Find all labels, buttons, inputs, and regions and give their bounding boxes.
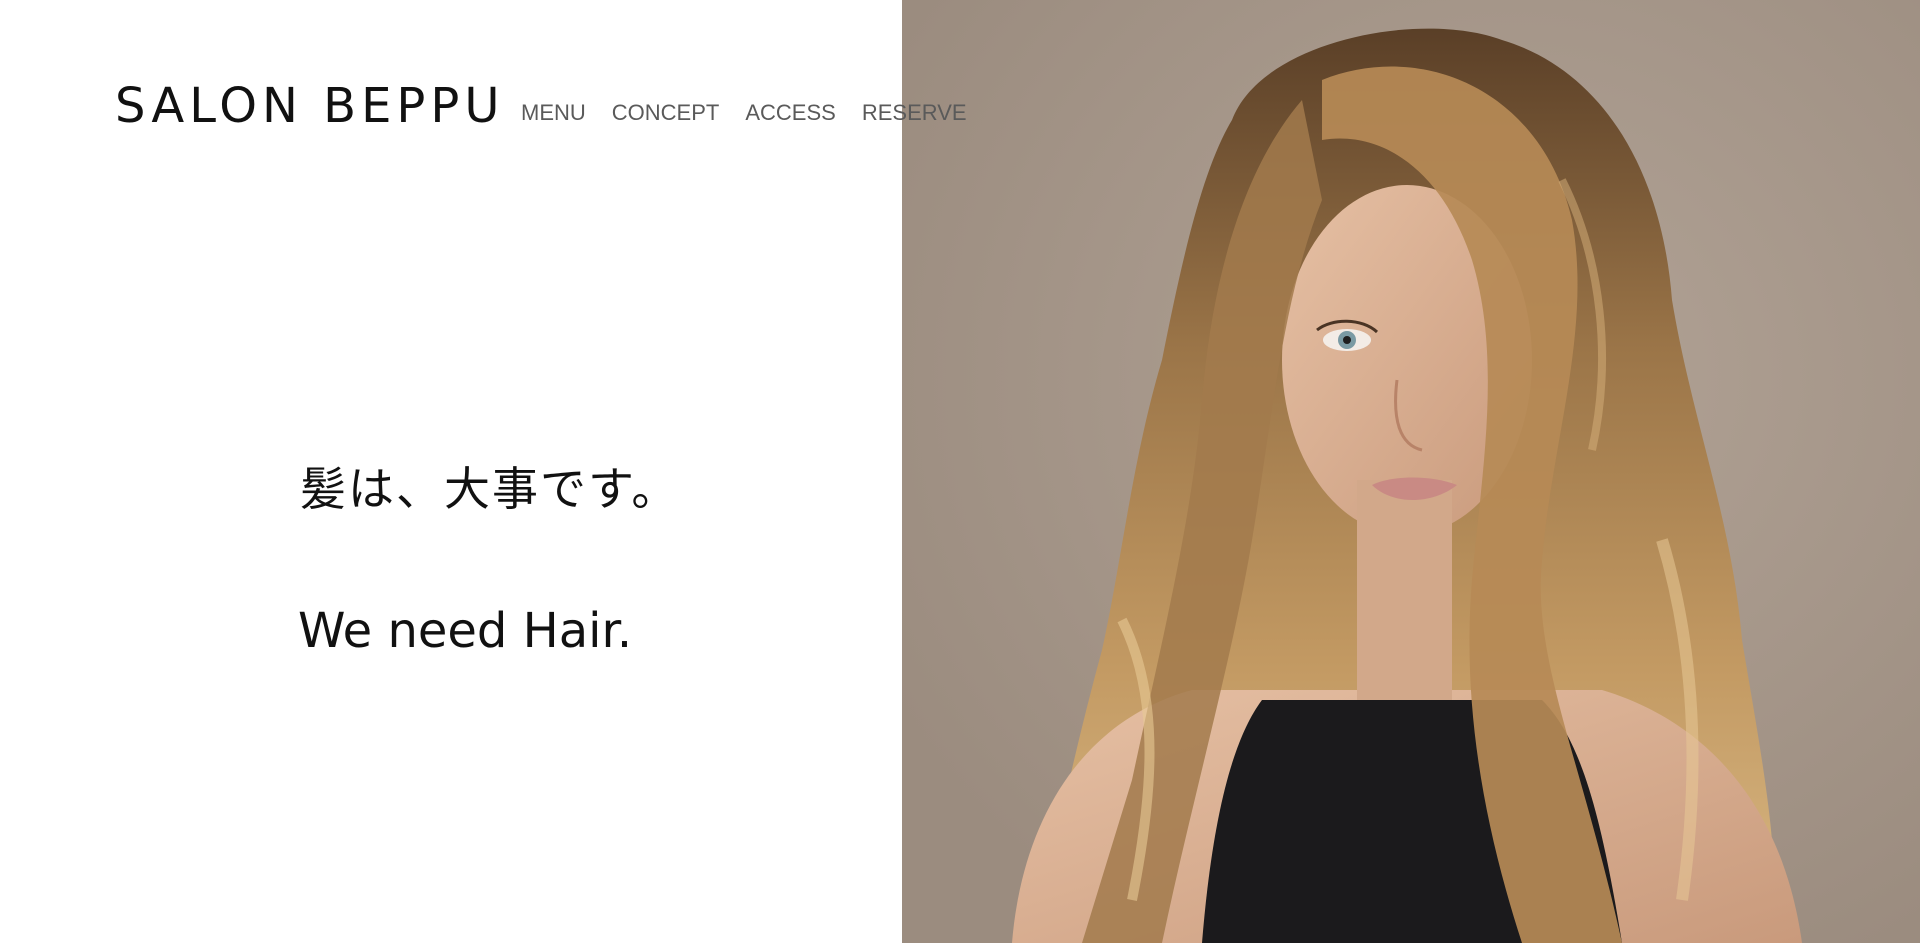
nav-item-concept[interactable]: CONCEPT [612, 100, 720, 126]
nav-item-reserve[interactable]: RESERVE [862, 100, 967, 126]
hero-headline-jp: 髪は、大事です。 [300, 462, 680, 516]
hero-photo [902, 0, 1920, 943]
model-portrait-image [902, 0, 1920, 943]
nav-item-access[interactable]: ACCESS [745, 100, 835, 126]
nav-item-menu[interactable]: MENU [521, 100, 586, 126]
site-logo[interactable]: SALON BEPPU [115, 82, 504, 130]
main-nav: MENU CONCEPT ACCESS RESERVE [521, 100, 967, 126]
page: SALON BEPPU MENU CONCEPT ACCESS RESERVE … [0, 0, 1920, 943]
hero-headline-en: We need Hair. [298, 603, 633, 659]
